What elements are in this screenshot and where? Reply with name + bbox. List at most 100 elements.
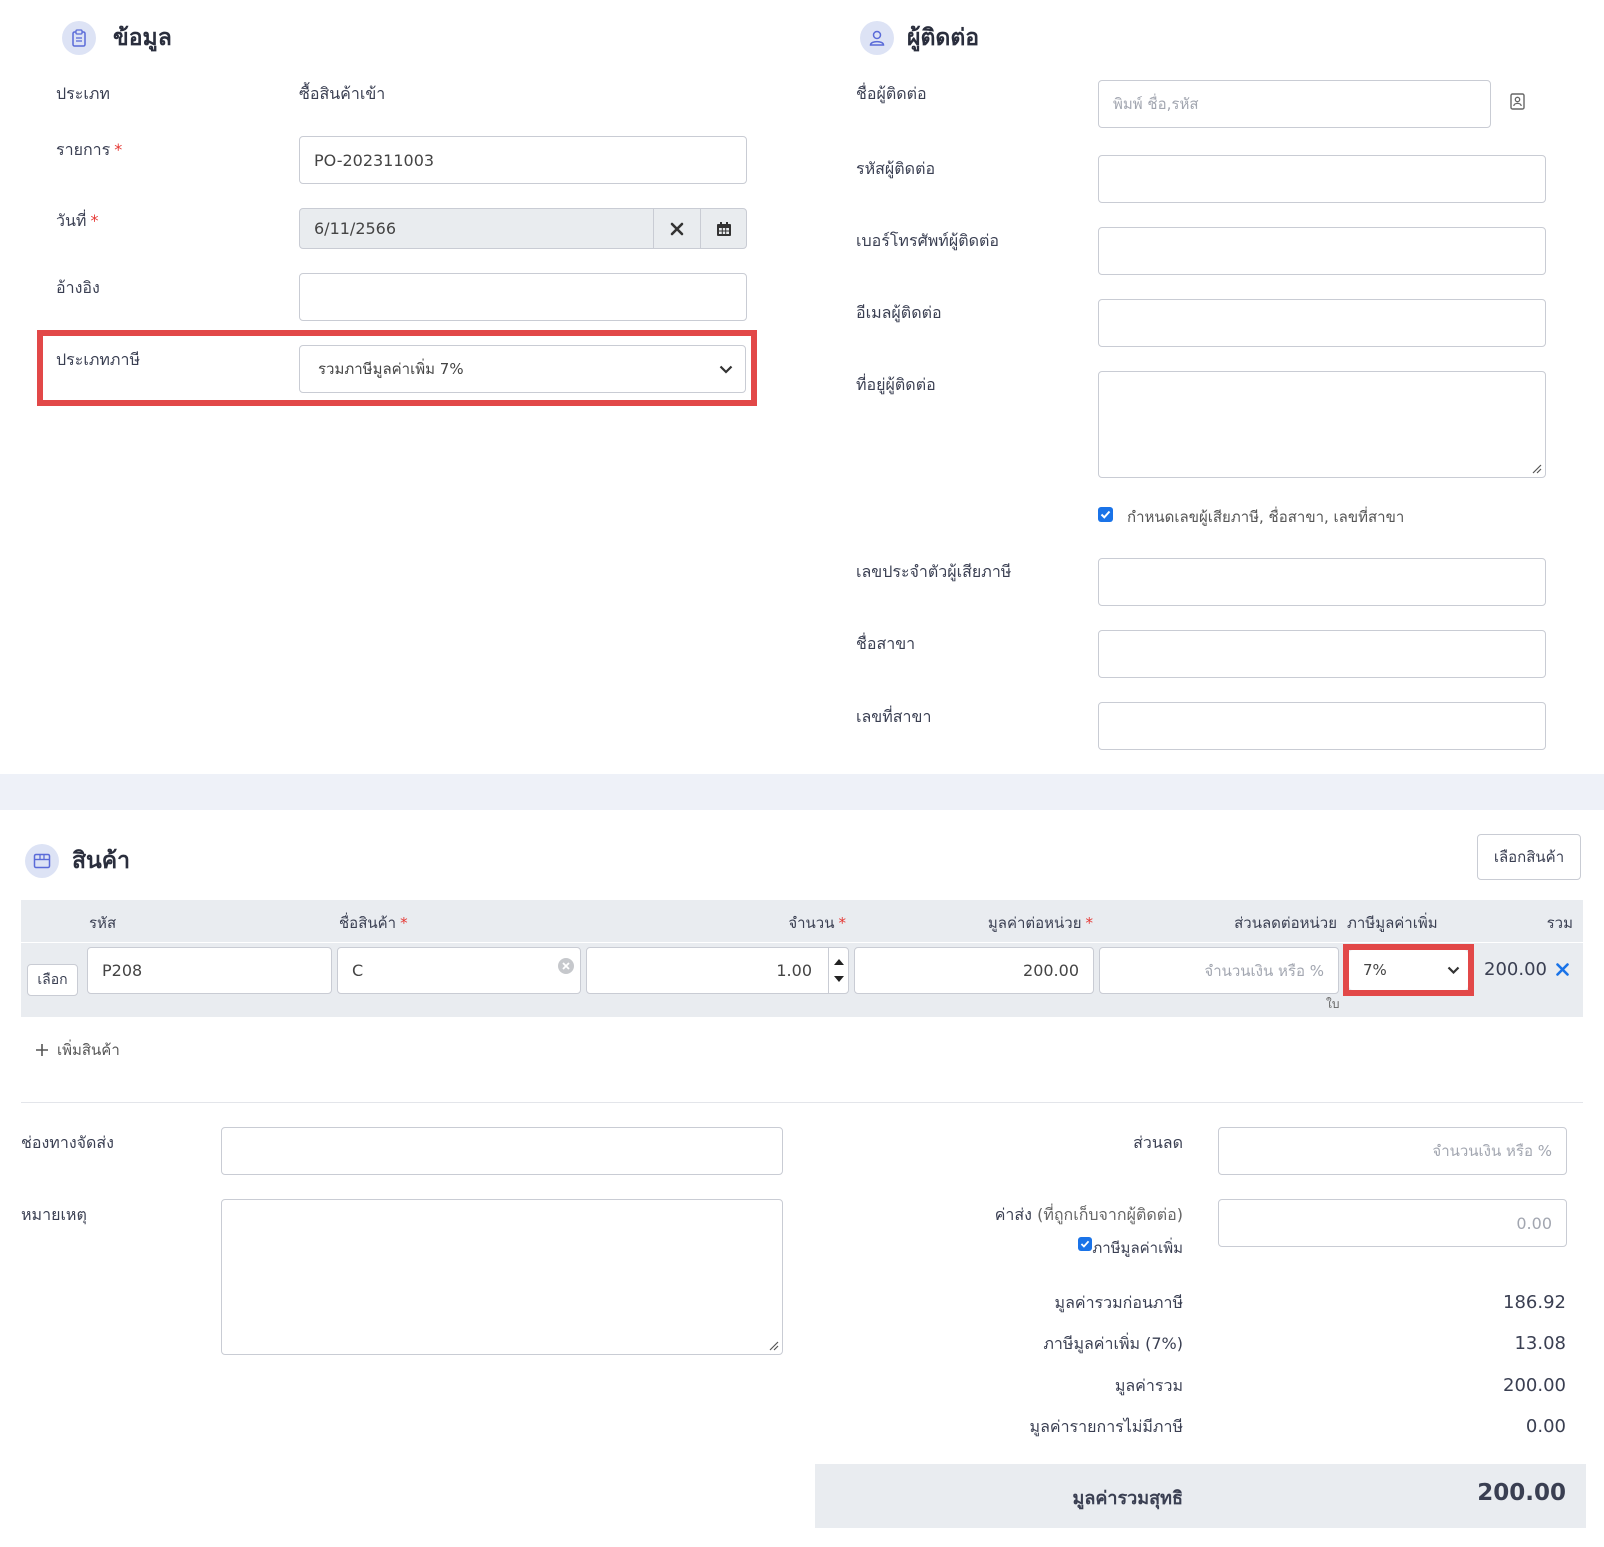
row-qty-input[interactable]: 1.00 [586, 947, 849, 994]
doc-number-input[interactable]: PO-202311003 [299, 136, 747, 184]
clipboard-icon [62, 21, 96, 55]
date-value: 6/11/2566 [314, 219, 397, 238]
net-total-value: 200.00 [1477, 1480, 1566, 1506]
contact-phone-label: เบอร์โทรศัพท์ผู้ติดต่อ [856, 231, 999, 250]
net-total-bar [815, 1464, 1586, 1528]
calendar-icon [716, 221, 731, 236]
remove-row-icon[interactable] [1556, 963, 1569, 976]
contact-address-label: ที่อยู่ผู้ติดต่อ [856, 375, 936, 394]
row-name-value: C [352, 961, 364, 980]
non-vat-label: มูลค่ารายการไม่มีภาษี [1029, 1417, 1183, 1436]
type-label: ประเภท [56, 84, 110, 103]
close-icon [670, 222, 684, 235]
shipping-fee-placeholder: 0.00 [1516, 1213, 1552, 1233]
pre-tax-label: มูลค่ารวมก่อนภาษี [1054, 1293, 1183, 1312]
row-qty-value: 1.00 [776, 961, 812, 980]
contact-name-input[interactable]: พิมพ์ ชื่อ,รหัส [1098, 80, 1491, 128]
clear-circle-icon [558, 958, 574, 974]
contact-book-icon[interactable] [1510, 93, 1525, 115]
note-textarea[interactable] [221, 1199, 783, 1355]
taxid-input[interactable] [1098, 558, 1546, 606]
row-total: 200.00 [1484, 959, 1547, 980]
resize-handle-icon [1532, 464, 1542, 474]
divider [21, 1102, 1583, 1103]
tax-type-value: รวมภาษีมูลค่าเพิ่ม 7% [318, 360, 464, 378]
ref-input[interactable] [299, 273, 747, 321]
note-label: หมายเหตุ [21, 1205, 87, 1224]
shipping-vat-label: ภาษีมูลค่าเพิ่ม [1092, 1239, 1183, 1257]
contact-name-placeholder: พิมพ์ ชื่อ,รหัส [1113, 95, 1199, 113]
resize-handle-icon [769, 1341, 779, 1351]
tax-type-select[interactable]: รวมภาษีมูลค่าเพิ่ม 7% [299, 345, 746, 393]
col-discount: ส่วนลดต่อหน่วย [1234, 914, 1337, 932]
branch-name-input[interactable] [1098, 630, 1546, 678]
arrow-down-icon [833, 976, 844, 982]
section-divider [0, 774, 1604, 810]
col-unit-price: มูลค่าต่อหน่วย * [987, 914, 1093, 932]
taxid-label: เลขประจำตัวผู้เสียภาษี [856, 562, 1012, 581]
pre-tax-value: 186.92 [1503, 1292, 1566, 1313]
row-name-input[interactable]: C [337, 947, 581, 994]
person-icon [860, 21, 894, 55]
row-discount-placeholder: จำนวนเงิน หรือ % [1204, 961, 1324, 980]
row-vat-value: 7% [1363, 961, 1387, 979]
chevron-down-icon [1447, 966, 1460, 974]
doc-label: รายการ * [56, 140, 123, 159]
qty-stepper[interactable] [828, 948, 848, 993]
col-code: รหัส [89, 914, 117, 932]
required-mark: * [114, 140, 123, 159]
contact-email-input[interactable] [1098, 299, 1546, 347]
shipping-vat-checkbox[interactable] [1078, 1237, 1092, 1251]
branch-no-label: เลขที่สาขา [856, 707, 932, 726]
contact-code-label: รหัสผู้ติดต่อ [856, 159, 936, 178]
taxid-checkbox[interactable] [1098, 507, 1113, 522]
col-vat: ภาษีมูลค่าเพิ่ม [1347, 914, 1438, 932]
taxid-checkbox-label: กำหนดเลขผู้เสียภาษี, ชื่อสาขา, เลขที่สาข… [1127, 508, 1405, 526]
box-icon [25, 844, 59, 878]
shipping-label: ช่องทางจัดส่ง [21, 1133, 114, 1152]
contact-address-textarea[interactable] [1098, 371, 1546, 478]
add-product-link[interactable]: เพิ่มสินค้า [35, 1038, 120, 1062]
clear-date-button[interactable] [653, 209, 700, 248]
col-total: รวม [1546, 914, 1573, 932]
date-input[interactable]: 6/11/2566 [299, 208, 747, 249]
contact-name-label: ชื่อผู้ติดต่อ [856, 84, 927, 103]
net-total-label: มูลค่ารวมสุทธิ [1072, 1488, 1183, 1509]
shipping-fee-hint: (ที่ถูกเก็บจากผู้ติดต่อ) [1037, 1205, 1183, 1224]
vat-value: 13.08 [1514, 1333, 1566, 1354]
contact-section-title: ผู้ติดต่อ [907, 25, 980, 51]
arrow-up-icon [833, 959, 844, 965]
chevron-down-icon [719, 365, 733, 374]
discount-input[interactable]: จำนวนเงิน หรือ % [1218, 1127, 1567, 1175]
contact-email-label: อีเมลผู้ติดต่อ [856, 303, 942, 322]
ref-label: อ้างอิง [56, 278, 100, 297]
contact-phone-input[interactable] [1098, 227, 1546, 275]
row-discount-input[interactable]: จำนวนเงิน หรือ % [1099, 947, 1339, 994]
shipping-input[interactable] [221, 1127, 783, 1175]
discount-placeholder: จำนวนเงิน หรือ % [1432, 1142, 1552, 1160]
info-section-title: ข้อมูล [113, 25, 172, 51]
type-value: ซื้อสินค้าเข้า [299, 84, 386, 103]
row-code-input[interactable]: P208 [87, 947, 332, 994]
plus-icon [36, 1044, 48, 1056]
date-label: วันที่ * [56, 211, 99, 230]
calendar-button[interactable] [700, 209, 746, 248]
products-section-title: สินค้า [72, 848, 131, 874]
row-select-button[interactable]: เลือก [27, 964, 78, 996]
total-value: 200.00 [1503, 1375, 1566, 1396]
row-unit-price-input[interactable]: 200.00 [854, 947, 1094, 994]
add-product-label: เพิ่มสินค้า [57, 1041, 120, 1059]
branch-no-input[interactable] [1098, 702, 1546, 750]
row-vat-select[interactable]: 7% [1349, 950, 1468, 990]
shipping-fee-label: ค่าส่ง (ที่ถูกเก็บจากผู้ติดต่อ) [994, 1205, 1183, 1224]
tax-type-label: ประเภทภาษี [56, 350, 140, 369]
col-qty: จำนวน * [788, 914, 846, 932]
col-name: ชื่อสินค้า * [339, 914, 408, 932]
branch-name-label: ชื่อสาขา [856, 634, 916, 653]
select-products-button[interactable]: เลือกสินค้า [1477, 834, 1581, 880]
vat-label: ภาษีมูลค่าเพิ่ม (7%) [1043, 1334, 1183, 1353]
row-unit-label: ใบ [1326, 997, 1340, 1011]
required-mark: * [90, 211, 99, 230]
contact-code-input[interactable] [1098, 155, 1546, 203]
shipping-fee-input[interactable]: 0.00 [1218, 1199, 1567, 1247]
